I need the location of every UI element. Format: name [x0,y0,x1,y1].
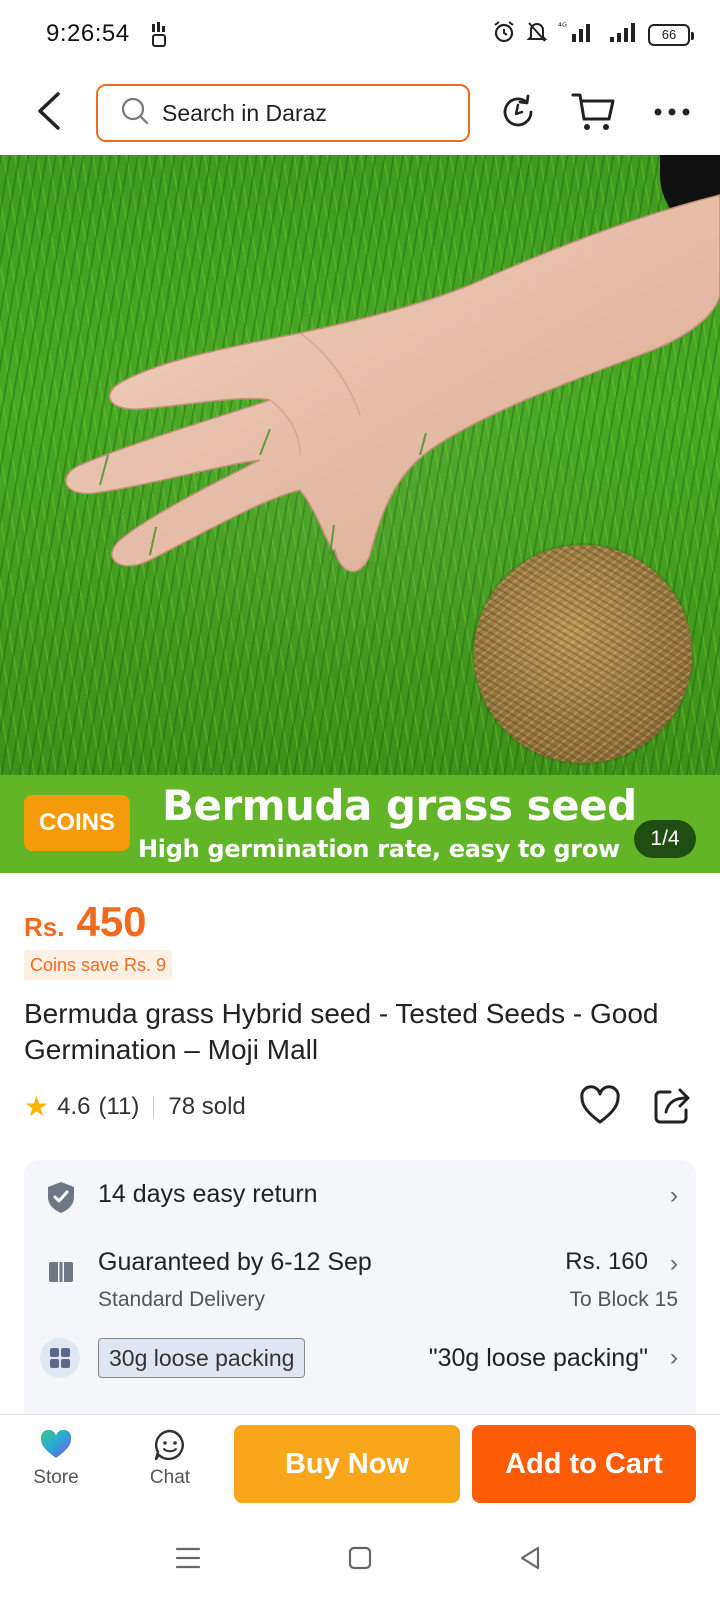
rating-row[interactable]: ★ 4.6 (11) 78 sold [24,1090,246,1123]
delivery-row[interactable]: Guaranteed by 6-12 Sep Standard Delivery… [24,1230,696,1330]
system-navigation-bar [0,1514,720,1600]
store-label: Store [33,1467,79,1488]
price-currency: Rs. [24,912,65,942]
menu-lines-icon [175,1547,201,1569]
add-to-cart-button[interactable]: Add to Cart [472,1425,696,1503]
cart-button[interactable] [570,88,618,136]
signal-4g-icon: ⁴ᴳ [558,20,598,49]
alarm-icon [492,20,516,49]
bottom-action-bar: Store Chat Buy Now Add to Cart [0,1414,720,1514]
signal-icon [608,20,638,49]
home-nav-button[interactable] [340,1538,380,1578]
store-heart-icon [16,1427,96,1463]
history-button[interactable] [494,88,542,136]
delivery-box-icon [44,1252,78,1286]
sim-status-icon [150,22,168,53]
promo-subtitle: High germination rate, easy to grow [138,835,620,863]
cart-icon [571,93,615,130]
product-title: Bermuda grass Hybrid seed - Tested Seeds… [24,998,659,1065]
variant-grid-icon [40,1338,80,1378]
share-icon [654,1088,690,1124]
promo-title: Bermuda grass seed [162,781,637,830]
store-button[interactable]: Store [16,1427,96,1489]
svg-text:⁴ᴳ: ⁴ᴳ [558,22,567,33]
service-info-card: 14 days easy return › Guaranteed by 6-12… [24,1160,696,1420]
shipping-destination: To Block 15 [569,1288,678,1311]
more-options-button[interactable] [648,88,696,136]
price: Rs. 450 [24,898,147,946]
search-box[interactable] [96,84,470,142]
shipping-fee: Rs. 160 [565,1248,648,1275]
back-nav-button[interactable] [510,1538,550,1578]
chat-button[interactable]: Chat [130,1427,210,1489]
rating-value: 4.6 [57,1092,91,1120]
seed-closeup-image [474,545,692,763]
search-input[interactable] [162,99,442,127]
share-button[interactable] [650,1084,694,1128]
refresh-icon [503,94,533,127]
chevron-right-icon: › [670,1344,678,1371]
review-count: (11) [98,1092,140,1120]
divider [153,1095,155,1118]
wishlist-button[interactable] [578,1084,622,1128]
promo-banner: COINS Bermuda grass seed High germinatio… [0,775,720,873]
variant-chip[interactable]: 30g loose packing [98,1338,306,1378]
return-policy-row[interactable]: 14 days easy return › [24,1160,696,1230]
home-square-icon [348,1546,372,1570]
buy-now-button[interactable]: Buy Now [234,1425,460,1503]
status-bar: 9:26:54 ⁴ᴳ 66 [0,0,720,72]
sold-count: 78 sold [168,1092,246,1120]
shield-check-icon [44,1180,78,1214]
battery-icon: 66 [648,23,694,46]
coins-badge: COINS [24,795,130,851]
more-dots-icon [654,108,690,116]
back-triangle-icon [520,1546,540,1570]
chevron-right-icon: › [670,1182,678,1209]
chat-icon [130,1427,210,1463]
chat-label: Chat [149,1467,191,1488]
top-nav [0,72,720,154]
mute-bell-icon [526,20,548,49]
return-text: 14 days easy return [98,1180,318,1208]
search-icon [120,96,150,131]
price-value: 450 [76,898,147,945]
menu-nav-button[interactable] [168,1538,208,1578]
delivery-type: Standard Delivery [98,1288,265,1311]
status-time: 9:26:54 [46,20,130,47]
star-icon: ★ [24,1091,50,1122]
chevron-right-icon: › [670,1250,678,1277]
delivery-guarantee: Guaranteed by 6-12 Sep [98,1248,372,1276]
back-button[interactable] [30,88,70,134]
product-image-gallery[interactable] [0,155,720,775]
image-page-indicator: 1/4 [634,820,696,858]
selected-variant: "30g loose packing" [428,1344,648,1372]
back-arrow-icon [38,92,60,130]
variant-row[interactable]: 30g loose packing "30g loose packing" › [24,1330,696,1410]
status-icons: ⁴ᴳ 66 [492,20,694,49]
heart-icon [580,1085,620,1124]
coins-save-badge: Coins save Rs. 9 [24,950,173,980]
